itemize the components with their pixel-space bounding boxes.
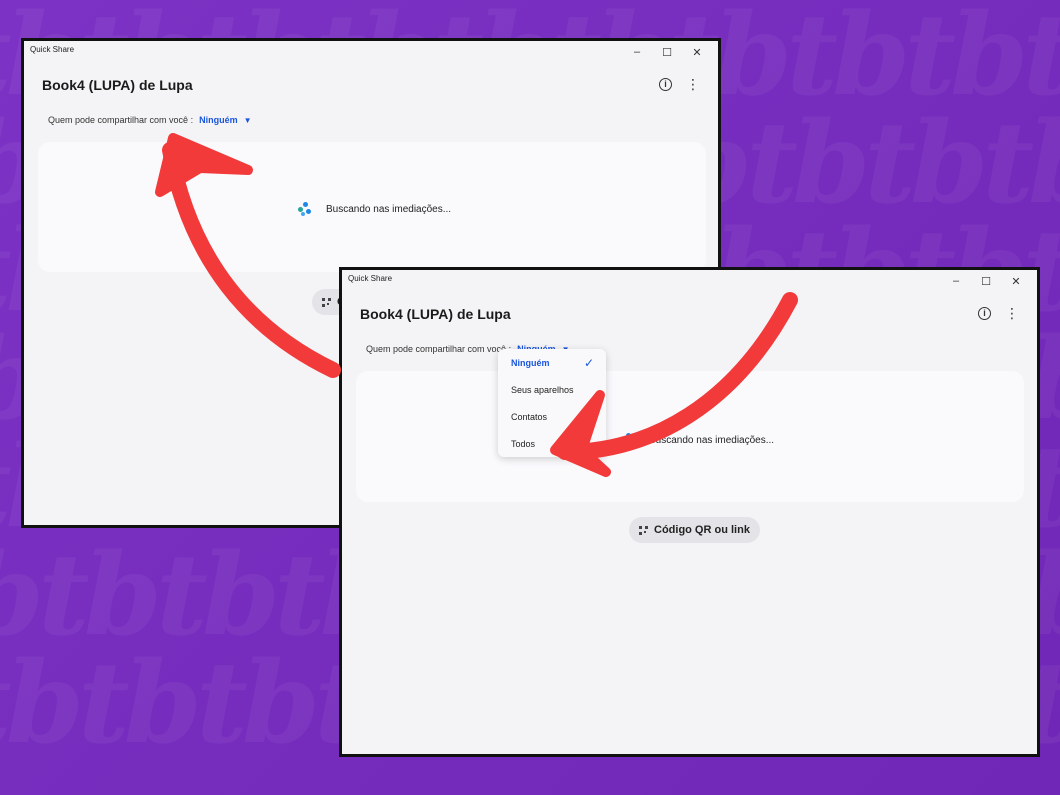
visibility-label: Quem pode compartilhar com você :: [48, 115, 194, 125]
check-icon: ✓: [583, 356, 594, 370]
info-icon[interactable]: i: [659, 77, 672, 91]
maximize-button[interactable]: ☐: [971, 272, 1001, 290]
spinner-icon: [621, 433, 635, 447]
dropdown-option-todos[interactable]: Todos: [511, 439, 535, 449]
scan-status-text: Buscando nas imediações...: [326, 203, 452, 215]
close-button[interactable]: ✕: [1001, 272, 1031, 290]
close-button[interactable]: ✕: [682, 43, 712, 61]
title-bar[interactable]: Quick Share – ☐ ✕: [342, 270, 1037, 292]
header-actions: i ⋮: [659, 77, 700, 91]
kebab-menu-icon[interactable]: ⋮: [1005, 306, 1019, 320]
visibility-dropdown-menu: Ninguém ✓ Seus aparelhos Contatos Todos: [498, 349, 606, 457]
spinner-icon: [298, 202, 312, 216]
scan-status: Buscando nas imediações...: [298, 202, 451, 216]
device-name: Book4 (LUPA) de Lupa: [360, 306, 511, 322]
window-controls: – ☐ ✕: [941, 272, 1031, 290]
info-icon[interactable]: i: [978, 306, 991, 320]
kebab-menu-icon[interactable]: ⋮: [686, 77, 700, 91]
dropdown-option-contatos[interactable]: Contatos: [511, 412, 547, 422]
qr-code-link-button[interactable]: Código QR ou link: [629, 517, 760, 543]
maximize-button[interactable]: ☐: [652, 43, 682, 61]
minimize-button[interactable]: –: [941, 272, 971, 290]
quick-share-window-front: Quick Share – ☐ ✕ Book4 (LUPA) de Lupa i…: [339, 267, 1040, 757]
visibility-setting-row: Quem pode compartilhar com você : Ningué…: [48, 115, 252, 125]
nearby-devices-card: Buscando nas imediações...: [356, 371, 1024, 502]
window-controls: – ☐ ✕: [622, 43, 712, 61]
caret-down-icon[interactable]: ▼: [244, 116, 252, 125]
visibility-label: Quem pode compartilhar com você :: [366, 344, 512, 354]
qr-code-link-label: Código QR ou link: [654, 524, 750, 536]
app-title: Quick Share: [348, 274, 393, 283]
scan-status-text: Buscando nas imediações...: [649, 434, 775, 446]
dropdown-option-seus-aparelhos[interactable]: Seus aparelhos: [511, 385, 574, 395]
nearby-devices-card: Buscando nas imediações...: [38, 142, 706, 272]
device-name: Book4 (LUPA) de Lupa: [42, 77, 193, 93]
app-title: Quick Share: [30, 45, 75, 54]
qr-code-icon: [639, 525, 648, 535]
visibility-dropdown[interactable]: Ninguém: [199, 115, 238, 125]
minimize-button[interactable]: –: [622, 43, 652, 61]
qr-code-icon: [322, 297, 331, 307]
dropdown-option-ninguem[interactable]: Ninguém: [511, 358, 550, 368]
title-bar[interactable]: Quick Share – ☐ ✕: [24, 41, 718, 63]
header-actions: i ⋮: [978, 306, 1019, 320]
scan-status: Buscando nas imediações...: [621, 433, 774, 447]
